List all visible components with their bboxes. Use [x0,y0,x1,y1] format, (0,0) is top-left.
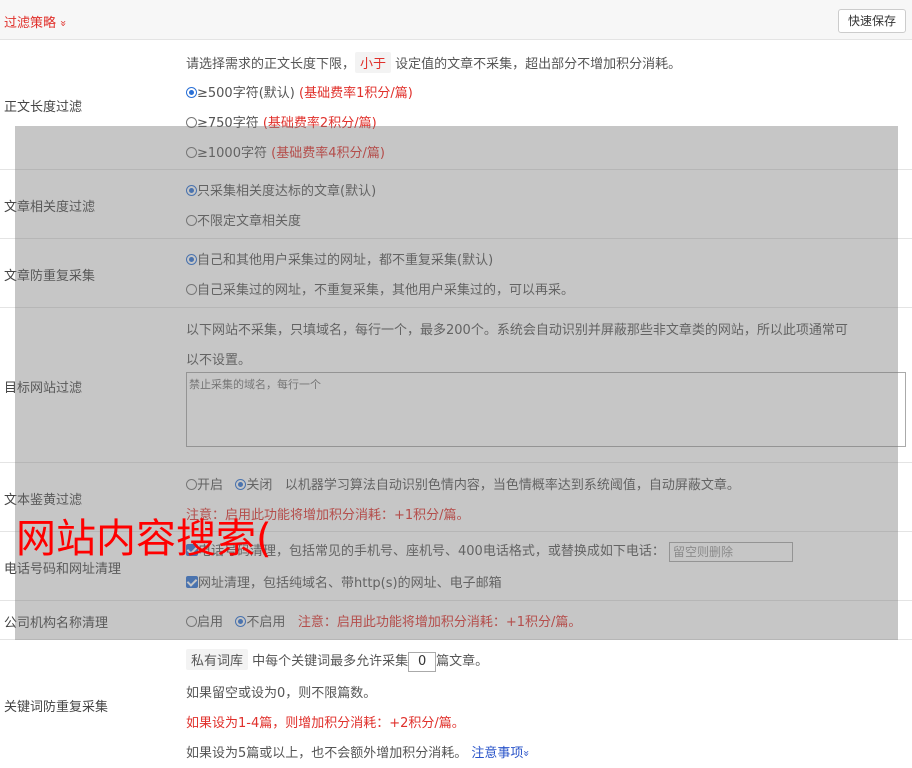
keyword-dedupe-row: 关键词防重复采集 私有词库 中每个关键词最多允许采集 0 篇文章。 如果留空或设为0… [0,640,912,768]
keyword-dedupe-line-3: 如果设为1-4篇，则增加积分消耗：+2积分/篇。 [186,716,465,731]
chevron-down-icon: » [520,750,534,757]
private-lexicon-tag[interactable]: 私有词库 [186,649,249,670]
max-articles-input[interactable]: 0 [408,651,437,672]
radio-button[interactable] [186,87,197,98]
quick-save-button[interactable]: 快速保存 [837,9,906,33]
notes-link[interactable]: 注意事项» [471,746,534,761]
filter-strategy-header: 过滤策略» 快速保存 [0,0,912,40]
chevron-down-icon: » [56,20,70,27]
watermark-text: 网站内容搜索( [16,516,272,562]
keyword-dedupe-line-4: 如果设为5篇或以上，也不会额外增加积分消耗。 注意事项» [186,746,534,761]
keyword-dedupe-line-2: 如果留空或设为0，则不限篇数。 [186,686,377,701]
less-than-tag: 小于 [355,52,392,73]
section-title[interactable]: 过滤策略» [4,12,70,31]
length-option-500[interactable]: ≥500字符(默认) (基础费率1积分/篇) [186,82,413,101]
keyword-dedupe-label: 关键词防重复采集 [4,700,109,715]
length-filter-label: 正文长度过滤 [4,100,83,115]
keyword-dedupe-line-1: 私有词库 中每个关键词最多允许采集 0 篇文章。 [186,649,488,672]
length-filter-desc: 请选择需求的正文长度下限， 小于 设定值的文章不采集，超出部分不增加积分消耗。 [186,52,681,73]
